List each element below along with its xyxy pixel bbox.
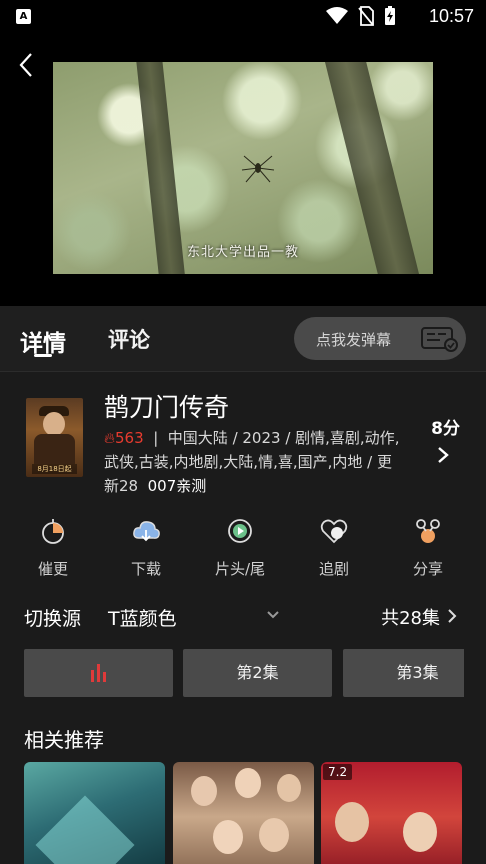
share-icon [416,519,440,543]
action-bar: 催更 下载 片头/尾 追剧 分享 [0,512,486,592]
action-label: 片头/尾 [214,560,266,578]
related-thumbnail-art [259,818,289,852]
related-section-title: 相关推荐 [24,728,104,752]
status-bar: A 10:57 [0,0,486,34]
poster-figure [34,434,75,464]
show-poster[interactable]: 8月18日起 [26,398,83,477]
show-score[interactable]: 8分 [431,414,460,439]
active-tab-indicator [34,354,52,357]
tab-bar: 详情 评论 点我发弹幕 [0,306,486,372]
tab-comments[interactable]: 评论 [108,324,150,354]
rating-badge: 7.2 [323,764,353,780]
chevron-down-icon[interactable] [266,610,280,620]
download-icon [133,521,160,542]
fire-icon: 🔥︎ [104,429,116,447]
download-button[interactable]: 下载 [101,512,191,579]
related-list: 7.2 [24,762,462,864]
skip-intro-icon [228,519,252,543]
detail-panel: 详情 评论 点我发弹幕 8月18日起 鹊刀门传奇 🔥︎563 | 中国大陆 / … [0,306,486,864]
urge-icon [42,519,64,544]
battery-charging-icon [385,6,395,25]
heat-count: 563 [115,429,144,447]
episode-1-button[interactable] [24,649,173,697]
poster-figure [43,412,65,436]
episode-list: 第2集 第3集 [24,649,464,697]
related-thumbnail-art [235,768,261,798]
action-label: 催更 [37,560,68,578]
wifi-icon [326,7,348,24]
danmaku-input-button[interactable]: 点我发弹幕 [294,317,466,360]
skip-intro-outro-button[interactable]: 片头/尾 [195,512,285,579]
related-thumbnail-art [213,820,243,854]
episode-2-button[interactable]: 第2集 [183,649,332,697]
show-meta: 🔥︎563 | 中国大陆 / 2023 / 剧情,喜剧,动作,武侠,古装,内地剧… [104,429,400,495]
status-icons [326,6,396,26]
danmaku-label: 点我发弹幕 [316,331,392,349]
show-title: 鹊刀门传奇 [104,393,230,422]
chevron-right-icon[interactable] [436,445,450,465]
related-thumbnail-art [277,774,301,802]
back-arrow-icon[interactable] [14,50,38,80]
share-button[interactable]: 分享 [383,512,473,579]
source-tag: 007亲测 [147,477,207,495]
action-label: 下载 [130,560,161,578]
action-label: 分享 [412,560,443,578]
source-select[interactable]: T蓝颜色 [108,604,177,631]
chevron-right-icon[interactable] [446,607,458,625]
source-label: 切换源 [24,608,82,630]
related-item[interactable] [24,762,165,864]
tab-details[interactable]: 详情 [20,324,66,358]
source-switcher: 切换源 T蓝颜色 共28集 [0,602,486,638]
video-player[interactable]: 东北大学出品一教 [0,34,486,306]
related-item[interactable]: 7.2 [321,762,462,864]
follow-show-button[interactable]: 追剧 [289,512,379,579]
episode-3-button[interactable]: 第3集 [343,649,464,697]
poster-caption: 8月18日起 [32,464,77,474]
follow-icon [320,519,348,544]
related-thumbnail-art [191,776,217,806]
app-notification-icon: A [16,9,31,24]
clock: 10:57 [428,6,474,26]
related-thumbnail-art [403,812,437,852]
spider-image [241,155,275,183]
video-subtitle: 东北大学出品一教 [186,245,299,260]
related-item[interactable] [173,762,314,864]
danmaku-settings-icon[interactable] [420,325,460,353]
no-sim-icon [358,6,374,26]
now-playing-icon [91,664,106,682]
video-frame[interactable]: 东北大学出品一教 [53,62,433,274]
related-thumbnail-art [335,802,369,842]
action-label: 追剧 [318,560,349,578]
related-thumbnail-art [35,795,135,864]
urge-update-button[interactable]: 催更 [8,512,98,579]
episodes-total-link[interactable]: 共28集 [381,604,440,630]
